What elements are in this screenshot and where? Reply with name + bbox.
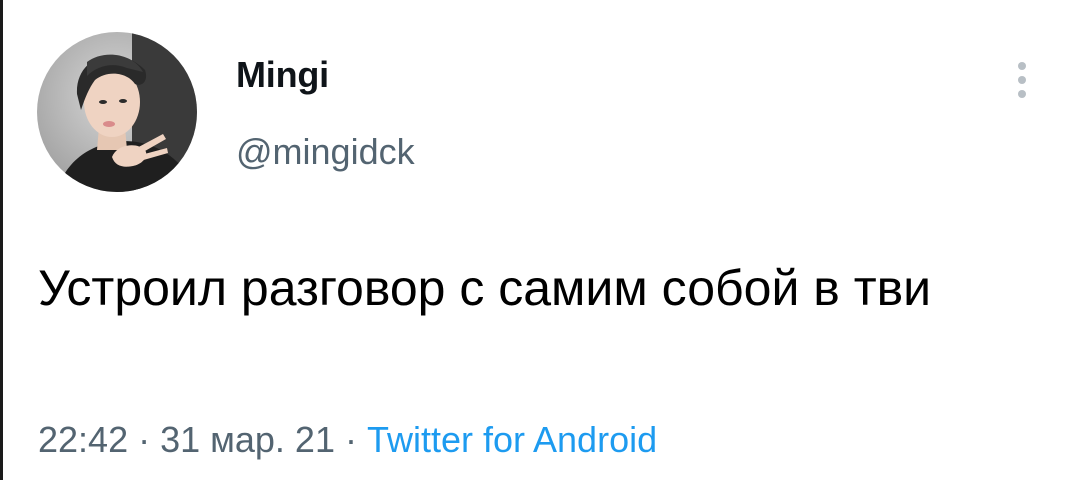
meta-separator: ·: [138, 419, 151, 460]
avatar[interactable]: [37, 32, 197, 192]
tweet-source-link[interactable]: Twitter for Android: [367, 419, 657, 460]
tweet-time[interactable]: 22:42: [38, 419, 128, 460]
tweet-date[interactable]: 31 мар. 21: [160, 419, 335, 460]
tweet-card: Mingi @mingidck Устроил разговор с самим…: [0, 0, 1080, 480]
tweet-text: Устроил разговор с самим собой в тви: [38, 260, 932, 316]
more-vertical-icon[interactable]: [1008, 56, 1036, 104]
meta-separator: ·: [344, 419, 357, 460]
author-handle[interactable]: @mingidck: [236, 131, 415, 173]
tweet-meta: 22:42 · 31 мар. 21 · Twitter for Android: [38, 419, 657, 461]
author-display-name[interactable]: Mingi: [236, 54, 329, 96]
avatar-photo: [37, 32, 197, 192]
